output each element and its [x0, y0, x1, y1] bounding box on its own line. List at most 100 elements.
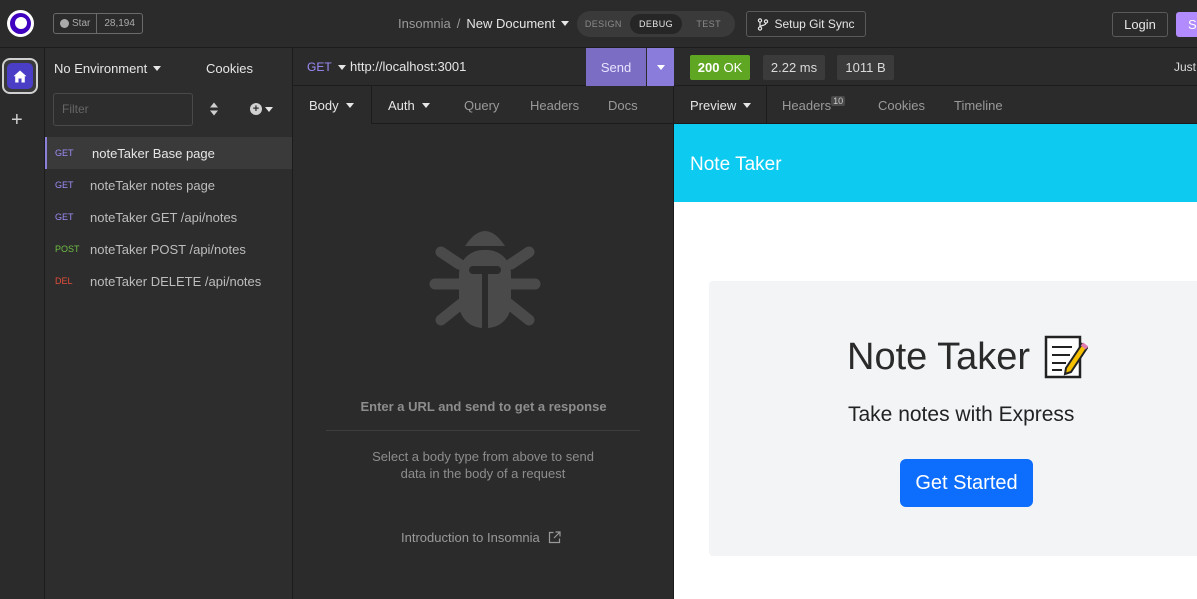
tab-cookies[interactable]: Cookies — [878, 98, 925, 113]
headers-count-badge: 10 — [831, 96, 846, 106]
mode-test[interactable]: TEST — [682, 19, 735, 29]
chevron-down-icon — [421, 103, 430, 108]
github-star-count: 28,194 — [104, 18, 135, 29]
response-preview: Note Taker Note Taker Take notes with Ex… — [674, 124, 1197, 599]
preview-nav-brand[interactable]: Note Taker — [690, 154, 782, 176]
request-item-get-notes[interactable]: GET noteTaker GET /api/notes — [45, 201, 292, 233]
insomnia-logo-icon[interactable] — [7, 10, 34, 37]
breadcrumb-document[interactable]: New Document — [466, 16, 555, 31]
tab-body[interactable]: Body — [293, 86, 372, 124]
github-star[interactable]: Star — [54, 14, 98, 33]
tab-auth-label: Auth — [388, 98, 415, 113]
environment-selector[interactable]: No Environment — [54, 61, 162, 76]
home-icon — [13, 70, 27, 82]
method-badge: DEL — [55, 276, 73, 286]
home-button[interactable] — [2, 58, 38, 94]
setup-git-sync-label: Setup Git Sync — [774, 17, 855, 31]
intro-link-label: Introduction to Insomnia — [401, 530, 540, 545]
request-item-post-notes[interactable]: POST noteTaker POST /api/notes — [45, 233, 292, 265]
cookies-button[interactable]: Cookies — [206, 61, 253, 76]
request-pane: GET http://localhost:3001 Send Body Auth… — [293, 48, 674, 599]
send-button[interactable]: Send — [586, 48, 646, 86]
response-size: 1011 B — [837, 55, 894, 80]
request-item-base-page[interactable]: GET noteTaker Base page — [45, 137, 292, 169]
setup-git-sync-button[interactable]: Setup Git Sync — [746, 11, 866, 37]
insomnia-app: Star 28,194 Insomnia / New Document DESI… — [0, 0, 1197, 599]
response-timestamp: Just — [1174, 60, 1197, 74]
github-star-button[interactable]: Star 28,194 — [53, 13, 143, 34]
tab-headers[interactable]: Headers 10 — [782, 96, 846, 113]
preview-subtitle: Take notes with Express — [848, 403, 1075, 426]
response-status-bar: 200 OK 2.22 ms 1011 B Just — [674, 48, 1197, 86]
request-tabs: Body Auth Query Headers Docs — [293, 86, 674, 124]
method-badge: POST — [55, 244, 80, 254]
request-name: noteTaker POST /api/notes — [90, 241, 246, 257]
request-item-notes-page[interactable]: GET noteTaker notes page — [45, 169, 292, 201]
sidebar: No Environment Cookies Filter + GET note… — [45, 48, 293, 599]
response-tabs: Preview Headers 10 Cookies Timeline — [674, 86, 1197, 124]
request-name: noteTaker GET /api/notes — [90, 209, 238, 225]
tab-timeline[interactable]: Timeline — [954, 98, 1003, 113]
preview-jumbotron: Note Taker Take notes with Express Get S… — [709, 281, 1197, 556]
method-selector[interactable]: GET — [307, 60, 346, 74]
memo-icon — [1044, 335, 1089, 379]
add-request-button[interactable]: + — [250, 103, 273, 115]
mode-switcher: DESIGN DEBUG TEST — [577, 11, 735, 37]
environment-label: No Environment — [54, 61, 148, 76]
tab-docs[interactable]: Docs — [608, 98, 638, 113]
request-name: noteTaker notes page — [90, 177, 216, 193]
chevron-down-icon — [265, 106, 273, 112]
signup-button[interactable]: S — [1176, 12, 1197, 37]
method-label: GET — [307, 60, 332, 74]
mode-debug[interactable]: DEBUG — [629, 14, 683, 34]
response-pane: 200 OK 2.22 ms 1011 B Just Preview Heade… — [674, 48, 1197, 599]
filter-input[interactable]: Filter — [53, 93, 193, 126]
empty-state-title: Enter a URL and send to get a response — [360, 399, 607, 414]
status-text: OK — [723, 60, 743, 75]
sort-icon[interactable] — [209, 102, 219, 116]
method-badge: GET — [55, 180, 74, 190]
preview-title: Note Taker — [847, 335, 1089, 379]
request-list: GET noteTaker Base page GET noteTaker no… — [45, 137, 292, 297]
breadcrumb-project[interactable]: Insomnia — [398, 16, 451, 31]
left-rail: + — [0, 48, 45, 599]
chevron-down-icon — [656, 64, 665, 70]
bug-icon — [429, 231, 541, 330]
request-name: noteTaker DELETE /api/notes — [90, 273, 262, 289]
tab-query[interactable]: Query — [464, 98, 499, 113]
request-item-delete-notes[interactable]: DEL noteTaker DELETE /api/notes — [45, 265, 292, 297]
preview-title-text: Note Taker — [847, 335, 1031, 378]
breadcrumb: Insomnia / New Document — [398, 16, 570, 31]
top-bar: Star 28,194 Insomnia / New Document DESI… — [0, 0, 1197, 48]
plus-circle-icon: + — [250, 103, 262, 115]
login-button[interactable]: Login — [1112, 12, 1168, 37]
chevron-down-icon — [337, 64, 346, 70]
tab-headers-label: Headers — [782, 98, 832, 113]
request-name: noteTaker Base page — [92, 145, 215, 161]
intro-to-insomnia-link[interactable]: Introduction to Insomnia — [401, 530, 561, 545]
external-link-icon — [548, 531, 561, 544]
chevron-down-icon — [345, 102, 354, 108]
breadcrumb-separator: / — [456, 16, 461, 31]
tab-headers[interactable]: Headers — [530, 98, 579, 113]
chevron-down-icon — [153, 66, 162, 71]
status-badge: 200 OK — [690, 55, 750, 80]
get-started-button[interactable]: Get Started — [900, 459, 1033, 507]
git-branch-icon — [758, 17, 769, 31]
tab-preview[interactable]: Preview — [674, 86, 767, 124]
send-options-button[interactable] — [647, 48, 674, 86]
url-bar: GET http://localhost:3001 Send — [293, 48, 674, 86]
tab-auth[interactable]: Auth — [388, 98, 430, 113]
tab-body-label: Body — [309, 97, 339, 113]
status-code: 200 — [697, 60, 720, 75]
add-icon[interactable]: + — [11, 109, 23, 132]
response-time: 2.22 ms — [763, 55, 825, 80]
github-star-label: Star — [72, 18, 91, 29]
method-badge: GET — [55, 212, 74, 222]
preview-navbar: Note Taker — [674, 124, 1197, 202]
url-input[interactable]: http://localhost:3001 — [350, 59, 466, 74]
chevron-down-icon[interactable] — [561, 21, 570, 26]
tab-preview-label: Preview — [690, 97, 737, 113]
mode-design[interactable]: DESIGN — [577, 19, 630, 29]
method-badge: GET — [55, 148, 74, 158]
